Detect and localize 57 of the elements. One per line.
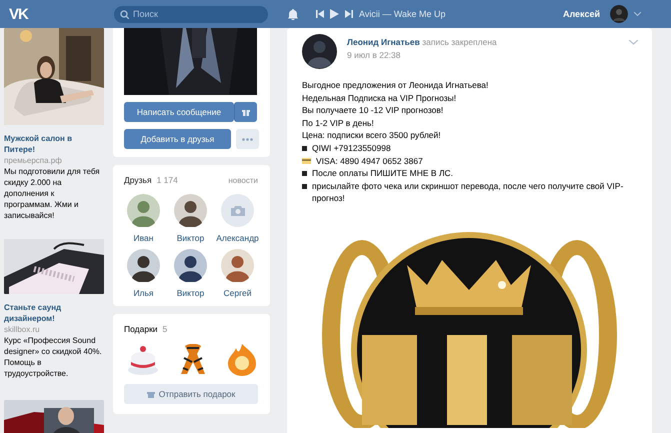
friend-name[interactable]: Илья (133, 288, 154, 298)
author-avatar[interactable] (302, 34, 337, 69)
friend-avatar[interactable] (174, 194, 207, 227)
caret-icon[interactable] (634, 12, 641, 16)
more-icon (242, 138, 253, 140)
bullet-icon (302, 184, 307, 189)
post-text: присылайте фото чека или скриншот перевода, после чего получите свой VIP-прогноз! (312, 180, 624, 205)
credit-card-icon (302, 158, 311, 164)
message-button[interactable]: Написать сообщение (124, 102, 234, 122)
next-icon[interactable] (345, 10, 353, 18)
friend-avatar[interactable] (127, 249, 160, 282)
friend-name[interactable]: Иван (134, 233, 154, 243)
post-text: После оплаты ПИШИТЕ МНЕ В ЛС. (312, 167, 454, 180)
user-avatar[interactable] (610, 5, 628, 23)
post-text: Выгодное предложения от Леонида Игнатьева! (302, 79, 490, 92)
avatar-placeholder[interactable] (221, 194, 254, 227)
ad-text: Мы подготовили для тебя скидку 2.000 на дополнения к программам. Жми и записывайся! (4, 166, 101, 221)
site-logo[interactable]: VK (9, 6, 109, 22)
bullet-icon (302, 146, 307, 151)
post-text: Вы получаете 10 -12 VIP прогнозов! (302, 104, 444, 117)
post-text: Цена: подписки всего 3500 рублей! (302, 129, 442, 142)
gift-button[interactable] (234, 102, 257, 122)
user-name[interactable]: Алексей (562, 9, 600, 19)
friend-avatar[interactable] (221, 249, 254, 282)
flame-icon[interactable] (226, 344, 258, 376)
post-text: Недельная Подписка на VIP Прогнозы! (302, 92, 458, 104)
search-field[interactable]: Поиск (114, 6, 268, 22)
post-text: По 1-2 VIP в день! (302, 116, 375, 130)
ad-title[interactable]: Станьте саунд дизайнером! (4, 302, 94, 324)
friend-name[interactable]: Сергей (224, 288, 252, 298)
gift-icon (242, 108, 250, 116)
post-text: VISA: 4890 4947 0652 3867 (316, 154, 424, 168)
author-name[interactable]: Леонид Игнатьев (347, 37, 420, 47)
search-icon (120, 10, 129, 18)
previous-icon[interactable] (316, 10, 324, 18)
ad-title[interactable]: Мужской салон в Питере! (4, 133, 94, 155)
add-friend-button[interactable]: Добавить в друзья (124, 129, 231, 149)
more-button[interactable] (236, 129, 259, 149)
bullet-icon (302, 171, 307, 176)
ad-text: Курс «Профессия Sound designer» со скидкой 40%. Помощь в трудоустройстве. (4, 335, 103, 379)
friends-count: 1 174 (156, 175, 178, 185)
pinned-note: запись закреплена (422, 37, 497, 47)
send-gift-button[interactable]: Отправить подарок (124, 384, 258, 404)
bell-icon[interactable] (288, 8, 298, 20)
play-icon[interactable] (330, 9, 339, 19)
friend-avatar[interactable] (174, 249, 207, 282)
post-text: QIWI +79123550998 (312, 142, 392, 155)
gift-icon (146, 390, 155, 398)
section-title[interactable]: Подарки (124, 324, 158, 334)
friend-name[interactable]: Виктор (176, 288, 204, 298)
gifts-count: 5 (162, 324, 168, 334)
section-title[interactable]: Друзья (124, 175, 152, 185)
friend-name[interactable]: Александр (216, 233, 259, 243)
cake-icon[interactable] (127, 344, 159, 376)
track-title[interactable]: Avicii — Wake Me Up (359, 9, 446, 19)
friend-name[interactable]: Виктор (176, 233, 204, 243)
camera-icon (230, 205, 244, 216)
